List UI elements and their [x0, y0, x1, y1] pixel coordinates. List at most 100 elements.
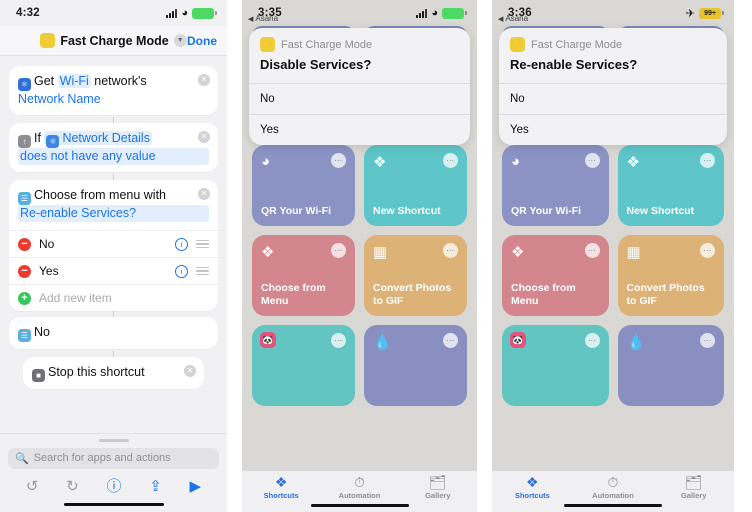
token-label: Network Details — [62, 131, 150, 145]
airplane-icon: ✈ — [685, 7, 695, 20]
done-button[interactable]: Done — [187, 34, 217, 48]
token-wifi[interactable]: Wi-Fi — [57, 74, 91, 88]
more-options-icon[interactable]: ⋯ — [331, 333, 346, 348]
action-card-if[interactable]: ✕ ↑ If ⚛ Network Details does not have any… — [9, 123, 218, 172]
menu-branch-card-no[interactable]: ☰ No — [9, 317, 218, 349]
action-line-2[interactable]: Network Name — [18, 91, 209, 108]
tab-bar: ❖ Shortcuts ⏱ Automation 🗂 Gallery — [492, 470, 734, 512]
close-icon[interactable]: ✕ — [184, 365, 196, 377]
shortcut-tile-qr-your-wifi[interactable]: ◕ ⋯ QR Your Wi-Fi — [502, 145, 609, 226]
close-icon[interactable]: ✕ — [198, 188, 210, 200]
editor-title-group[interactable]: ⚡ Fast Charge Mode ▼ — [40, 33, 187, 48]
more-options-icon[interactable]: ⋯ — [443, 243, 458, 258]
bolt-icon: ⚡ — [260, 37, 275, 52]
menu-item-label[interactable]: Yes — [39, 264, 167, 278]
search-input[interactable]: 🔍 Search for apps and actions — [8, 447, 219, 469]
drag-grabber[interactable] — [98, 438, 129, 442]
shortcut-prompt-dialog: ⚡ Fast Charge Mode Disable Services? No … — [249, 28, 470, 145]
more-options-icon[interactable]: ⋯ — [584, 333, 600, 348]
menu-item-row[interactable]: − No i — [9, 230, 218, 257]
add-new-item-row[interactable]: + Add new item — [9, 284, 218, 311]
close-icon[interactable]: ✕ — [198, 74, 210, 86]
play-button[interactable]: ▶ — [190, 477, 202, 495]
drag-handle-icon[interactable] — [196, 267, 209, 275]
shortcut-tile-label: QR Your Wi-Fi — [261, 205, 332, 217]
shortcut-tile-panda[interactable]: 🐼 ⋯ — [252, 325, 355, 406]
dialog-option-no[interactable]: No — [499, 83, 727, 114]
redo-button[interactable]: ↻ — [66, 477, 79, 495]
info-icon[interactable]: i — [175, 264, 188, 278]
drag-handle-icon[interactable] — [196, 240, 209, 248]
shortcut-tile-qr-your-wifi[interactable]: ◕ ⋯ QR Your Wi-Fi — [252, 145, 355, 226]
action-line-2[interactable]: does not have any value — [18, 148, 209, 165]
more-options-icon[interactable]: ⋯ — [584, 153, 600, 168]
disable-services-panel: 3:35 ◕ ◀ Asana ◫ ⋯ Intelligent Power ⚡ 💬… — [242, 0, 477, 512]
action-card-get-wifi[interactable]: ✕ ⚛ Get Wi-Fi network's Network Name — [9, 66, 218, 115]
minus-icon[interactable]: − — [18, 264, 31, 278]
menu-icon: ☰ — [18, 192, 31, 205]
dialog-app-row: ⚡ Fast Charge Mode — [249, 28, 470, 55]
token-network-details[interactable]: ⚛ Network Details — [44, 131, 152, 148]
action-card-stop-shortcut[interactable]: ✕ ■ Stop this shortcut — [23, 357, 204, 389]
more-options-icon[interactable]: ⋯ — [331, 243, 346, 258]
menu-prompt[interactable]: Re-enable Services? — [18, 205, 209, 222]
tab-shortcuts[interactable]: ❖ Shortcuts — [492, 475, 573, 500]
more-options-icon[interactable]: ⋯ — [700, 153, 715, 168]
action-card-choose-from-menu[interactable]: ✕ ☰ Choose from menu with Re-enable Servi… — [9, 180, 218, 311]
info-icon[interactable]: i — [175, 237, 188, 251]
shortcut-tile-panda[interactable]: 🐼 ⋯ — [502, 325, 609, 406]
plus-icon[interactable]: + — [18, 291, 31, 305]
share-button[interactable]: ⇪ — [149, 477, 162, 495]
dialog-option-yes[interactable]: Yes — [499, 114, 727, 145]
stack-icon: ❖ — [373, 154, 387, 171]
tab-automation[interactable]: ⏱ Automation — [573, 475, 654, 500]
status-indicators: ✈ 99+ — [685, 7, 724, 20]
minus-icon[interactable]: − — [18, 237, 31, 251]
action-verb: If — [34, 131, 41, 145]
info-button[interactable]: ⓘ — [106, 475, 121, 496]
close-icon[interactable]: ✕ — [198, 131, 210, 143]
more-options-icon[interactable]: ⋯ — [443, 333, 458, 348]
shortcut-tile-droplet[interactable]: 💧 ⋯ — [617, 325, 724, 406]
shortcut-tile-choose-from-menu[interactable]: ❖ ⋯ Choose from Menu — [252, 235, 355, 316]
undo-button[interactable]: ↺ — [26, 477, 39, 495]
tab-automation[interactable]: ⏱ Automation — [320, 475, 398, 500]
shortcut-tile-choose-from-menu[interactable]: ❖ ⋯ Choose from Menu — [502, 235, 609, 316]
more-options-icon[interactable]: ⋯ — [700, 333, 715, 348]
dialog-app-row: ⚡ Fast Charge Mode — [499, 28, 727, 55]
editor-toolbar: ↺ ↻ ⓘ ⇪ ▶ — [0, 469, 227, 503]
shortcut-tile-droplet[interactable]: 💧 ⋯ — [364, 325, 467, 406]
tab-gallery[interactable]: 🗂 Gallery — [399, 475, 477, 500]
tab-gallery[interactable]: 🗂 Gallery — [653, 475, 734, 500]
shortcut-tile-convert-photos-to-gif[interactable]: ▦ ⋯ Convert Photos to GIF — [617, 235, 724, 316]
droplet-icon: 💧 — [373, 334, 392, 351]
gallery-icon: 🗂 — [684, 474, 703, 490]
back-triangle-icon: ◀ — [498, 15, 504, 23]
clock-icon: ⏱ — [607, 474, 619, 490]
more-options-icon[interactable]: ⋯ — [331, 153, 346, 168]
shortcut-editor-panel: 4:32 ◕ ⚡ Fast Charge Mode ▼ Done ✕ ⚛ Get … — [0, 0, 227, 512]
droplet-icon: 💧 — [626, 334, 646, 351]
more-options-icon[interactable]: ⋯ — [584, 243, 600, 258]
more-options-icon[interactable]: ⋯ — [700, 243, 715, 258]
shortcut-tile-new-shortcut[interactable]: ❖ ⋯ New Shortcut — [617, 145, 724, 226]
back-to-app-link[interactable]: ◀ Asana — [498, 14, 528, 23]
tab-bar: ❖ Shortcuts ⏱ Automation 🗂 Gallery — [242, 470, 477, 512]
back-to-app-link[interactable]: ◀ Asana — [248, 14, 278, 23]
battery-icon — [192, 7, 217, 19]
tab-shortcuts[interactable]: ❖ Shortcuts — [242, 475, 320, 500]
stack-icon: ❖ — [261, 244, 275, 261]
tab-label: Gallery — [680, 491, 707, 500]
more-options-icon[interactable]: ⋯ — [443, 153, 458, 168]
action-line-1: ⚛ Get Wi-Fi network's — [18, 73, 209, 91]
chevron-down-icon[interactable]: ▼ — [173, 34, 187, 47]
bolt-icon: ⚡ — [40, 33, 56, 48]
menu-item-row[interactable]: − Yes i — [9, 257, 218, 284]
menu-item-label[interactable]: No — [39, 237, 167, 251]
shortcut-tile-new-shortcut[interactable]: ❖ ⋯ New Shortcut — [364, 145, 467, 226]
dialog-option-no[interactable]: No — [249, 83, 470, 114]
status-bar: 4:32 ◕ — [0, 0, 227, 26]
stop-icon: ■ — [32, 369, 45, 382]
dialog-option-yes[interactable]: Yes — [249, 114, 470, 145]
shortcut-tile-convert-photos-to-gif[interactable]: ▦ ⋯ Convert Photos to GIF — [364, 235, 467, 316]
